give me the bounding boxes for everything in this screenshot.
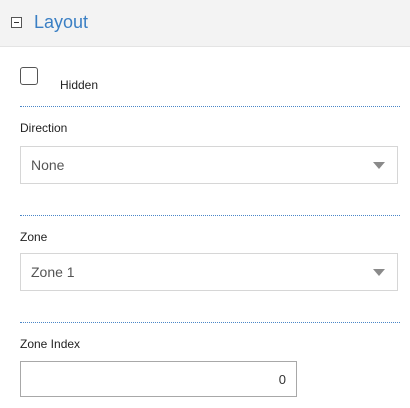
direction-select[interactable]: None [20,146,398,184]
zone-select-value: Zone 1 [31,264,75,280]
zone-label: Zone [20,230,48,244]
minus-icon [14,22,19,23]
hidden-label: Hidden [60,78,99,92]
zone-index-input[interactable] [20,361,297,397]
collapse-icon[interactable] [11,17,22,28]
direction-select-value: None [31,157,65,173]
hidden-checkbox[interactable] [20,67,38,85]
divider [20,106,400,107]
direction-label: Direction [20,121,68,135]
chevron-down-icon [373,269,385,276]
zone-index-label: Zone Index [20,337,81,351]
section-title: Layout [34,12,89,32]
divider [20,215,400,216]
divider [20,322,400,323]
chevron-down-icon [373,162,385,169]
section-header[interactable]: Layout [0,0,410,47]
layout-panel: Layout Hidden Direction None Zone Zone 1… [0,0,410,408]
zone-select[interactable]: Zone 1 [20,253,398,291]
